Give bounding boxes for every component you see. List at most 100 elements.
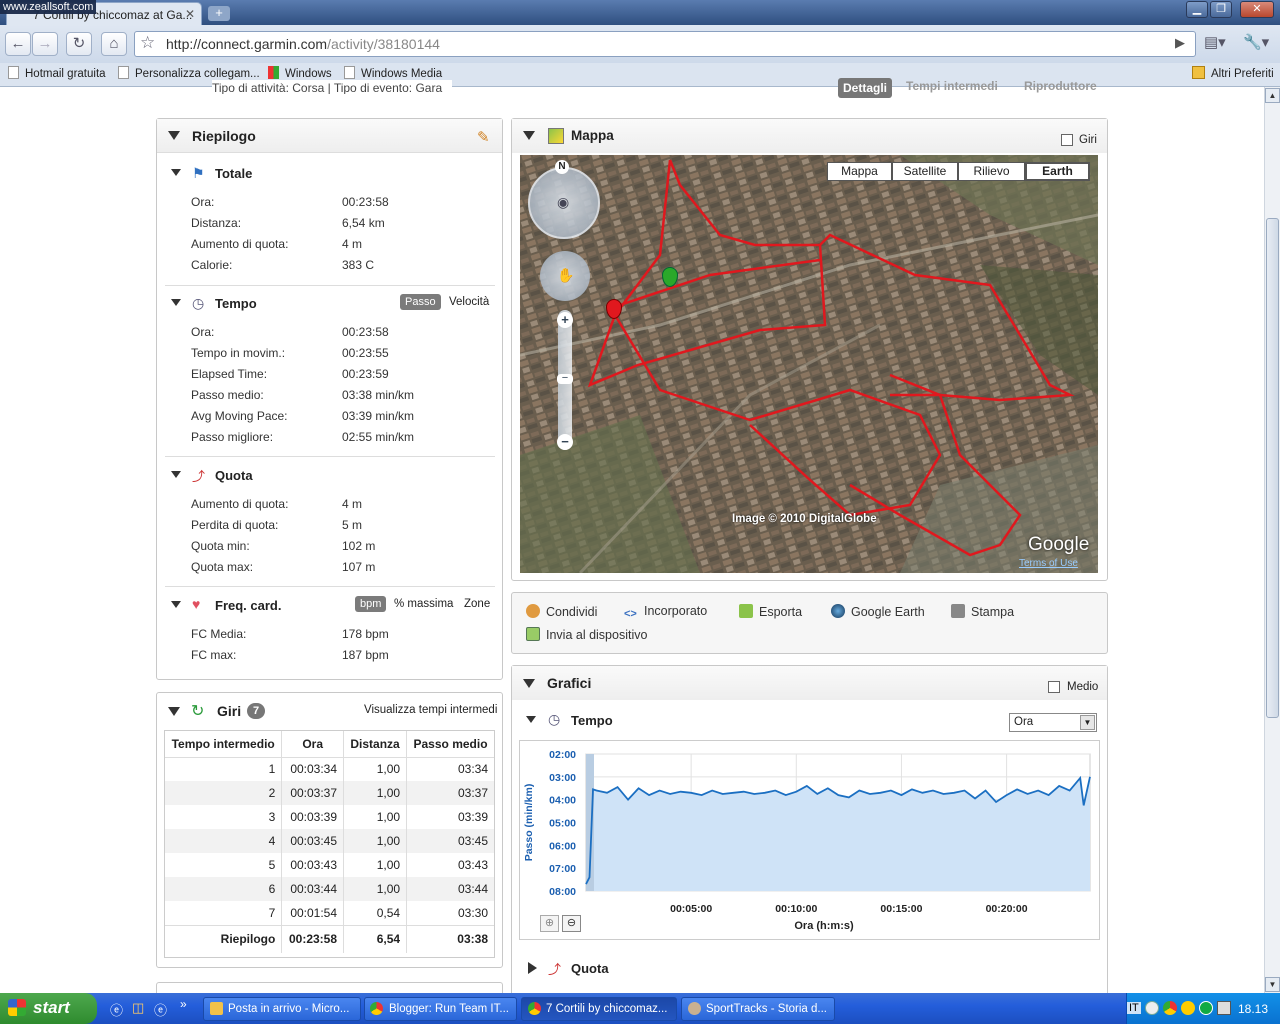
table-row: 6 00:03:44 1,00 03:44 <box>165 877 494 901</box>
satellite-map[interactable]: ◉ N ✋ + − − Image © 2010 DigitalGlobe Go… <box>520 155 1098 573</box>
zoom-handle[interactable]: − <box>557 373 573 384</box>
pace-chart-frame: 02:00 03:00 04:00 05:00 06:00 07:00 08:00 00:05… <box>519 740 1100 940</box>
stat-value: 03:38 min/km <box>342 388 415 402</box>
send-to-device-button[interactable]: Invia al dispositivo <box>526 627 647 642</box>
map-type-mappa[interactable]: Mappa <box>827 162 892 181</box>
cell: 1,00 <box>343 853 408 877</box>
stat-value: 6,54 km <box>342 216 385 230</box>
col-header[interactable]: Distanza <box>343 731 408 758</box>
collapse-icon[interactable] <box>168 131 180 140</box>
close-window-button[interactable]: ✕ <box>1240 1 1274 18</box>
imagery-credit: Image © 2010 DigitalGlobe <box>732 513 877 525</box>
x-axis-select[interactable]: Ora ▼ <box>1009 713 1097 732</box>
export-button[interactable]: Esporta <box>739 604 802 619</box>
chart-section-quota[interactable]: Quota <box>571 961 609 976</box>
windows-logo-icon <box>268 66 279 79</box>
laps-checkbox[interactable] <box>1061 134 1073 146</box>
bookmark-item[interactable]: Windows <box>268 66 332 80</box>
zoom-out-icon[interactable]: − <box>557 434 573 450</box>
eye-icon: ◉ <box>557 194 570 210</box>
zoom-in-icon[interactable]: + <box>557 312 573 328</box>
elevation-icon: ⤴ <box>548 962 562 977</box>
maximize-button[interactable]: ❐ <box>1210 1 1232 18</box>
tray-icon[interactable] <box>1181 1001 1195 1015</box>
collapse-icon[interactable] <box>168 707 180 716</box>
toggle-passo[interactable]: Passo <box>400 294 441 310</box>
cell: 1,00 <box>343 757 408 781</box>
quicklaunch-icon[interactable]: ◫ <box>132 1000 144 1016</box>
network-icon[interactable] <box>1217 1001 1231 1015</box>
reload-icon[interactable]: ↻ <box>66 32 92 56</box>
collapse-icon[interactable] <box>171 169 181 176</box>
edit-pencil-icon[interactable]: ✎ <box>477 128 490 146</box>
quicklaunch-more-icon[interactable]: » <box>180 997 187 1011</box>
google-earth-button[interactable]: Google Earth <box>831 604 925 619</box>
col-header[interactable]: Ora <box>281 731 345 758</box>
expand-icon[interactable] <box>528 962 537 974</box>
heart-icon: ♥ <box>192 596 201 612</box>
url-text: http://connect.garmin.com/activity/38180… <box>166 36 440 52</box>
share-button[interactable]: Condividi <box>526 604 597 619</box>
chevron-down-icon[interactable]: ▼ <box>1080 715 1095 730</box>
scroll-thumb[interactable] <box>1266 218 1279 718</box>
tray-chrome-icon[interactable] <box>1163 1001 1177 1015</box>
task-button[interactable]: Posta in arrivo - Micro... <box>203 997 361 1021</box>
collapse-icon[interactable] <box>523 131 535 140</box>
back-icon[interactable]: ← <box>5 32 31 56</box>
scroll-up-icon[interactable]: ▲ <box>1265 88 1280 103</box>
bookmark-star-icon[interactable]: ☆ <box>140 33 155 53</box>
collapse-icon[interactable] <box>171 601 181 608</box>
section-totale: Totale <box>215 166 253 181</box>
pace-chart[interactable]: 02:00 03:00 04:00 05:00 06:00 07:00 08:00 00:05… <box>520 741 1099 939</box>
minimize-button[interactable]: ▁ <box>1186 1 1208 18</box>
stat-label: Ora: <box>191 325 215 339</box>
embed-button[interactable]: <> Incorporato <box>624 604 707 622</box>
map-type-satellite[interactable]: Satellite <box>892 162 958 181</box>
terms-link[interactable]: Terms of Use <box>1019 558 1078 569</box>
chart-zoom-out-icon[interactable]: ⊖ <box>562 915 581 932</box>
map-type-earth[interactable]: Earth <box>1025 162 1090 181</box>
new-tab-button[interactable]: + <box>208 6 230 21</box>
language-indicator[interactable]: IT <box>1127 1002 1141 1014</box>
tray-arrow-icon[interactable] <box>1145 1001 1159 1015</box>
task-button[interactable]: SportTracks - Storia d... <box>681 997 835 1021</box>
toggle-bpm[interactable]: bpm <box>355 596 387 612</box>
windows-logo-icon <box>8 999 26 1016</box>
wrench-icon[interactable]: 🔧▾ <box>1243 33 1269 51</box>
cell: 5 <box>165 853 283 877</box>
col-header[interactable]: Passo medio <box>406 731 494 758</box>
tab-close-icon[interactable]: ✕ <box>185 7 195 21</box>
page-menu-icon[interactable]: ▤▾ <box>1204 33 1226 51</box>
toggle-velocita[interactable]: Velocità <box>449 296 489 308</box>
tray-icon[interactable] <box>1199 1001 1213 1015</box>
collapse-icon[interactable] <box>171 299 181 306</box>
collapse-icon[interactable] <box>526 716 536 723</box>
tab-dettagli[interactable]: Dettagli <box>838 78 893 98</box>
task-button[interactable]: Blogger: Run Team IT... <box>364 997 517 1021</box>
print-button[interactable]: Stampa <box>951 604 1014 619</box>
toggle-zone[interactable]: Zone <box>464 598 490 610</box>
page-icon <box>344 66 355 79</box>
scroll-down-icon[interactable]: ▼ <box>1265 977 1280 992</box>
bookmark-item[interactable]: Windows Media <box>344 66 442 80</box>
chrome-icon <box>370 1002 383 1015</box>
collapse-icon[interactable] <box>171 471 181 478</box>
bookmark-item[interactable]: Hotmail gratuita <box>8 66 106 80</box>
view-splits-link[interactable]: Visualizza tempi intermedi <box>364 704 497 716</box>
toggle-massima[interactable]: % massima <box>394 598 453 610</box>
other-bookmarks[interactable]: Altri Preferiti <box>1192 66 1274 80</box>
go-icon[interactable]: ▶ <box>1175 35 1185 51</box>
laps-table-frame: Tempo intermedio Ora Distanza Passo medi… <box>164 730 495 958</box>
map-type-rilievo[interactable]: Rilievo <box>958 162 1025 181</box>
chart-zoom-in-icon[interactable]: ⊕ <box>540 915 559 932</box>
compass-north-icon[interactable]: N <box>555 160 569 174</box>
home-icon[interactable]: ⌂ <box>101 32 127 56</box>
ie-icon[interactable]: ⓔ <box>110 1000 123 1019</box>
collapse-icon[interactable] <box>523 679 535 688</box>
task-button[interactable]: 7 Cortili by chiccomaz... <box>521 997 677 1021</box>
col-header[interactable]: Tempo intermedio <box>165 731 283 758</box>
bookmark-item[interactable]: Personalizza collegam... <box>118 66 260 80</box>
quicklaunch-icon[interactable]: ⓔ <box>154 1000 167 1019</box>
average-checkbox[interactable] <box>1048 681 1060 693</box>
forward-icon[interactable]: → <box>32 32 58 56</box>
